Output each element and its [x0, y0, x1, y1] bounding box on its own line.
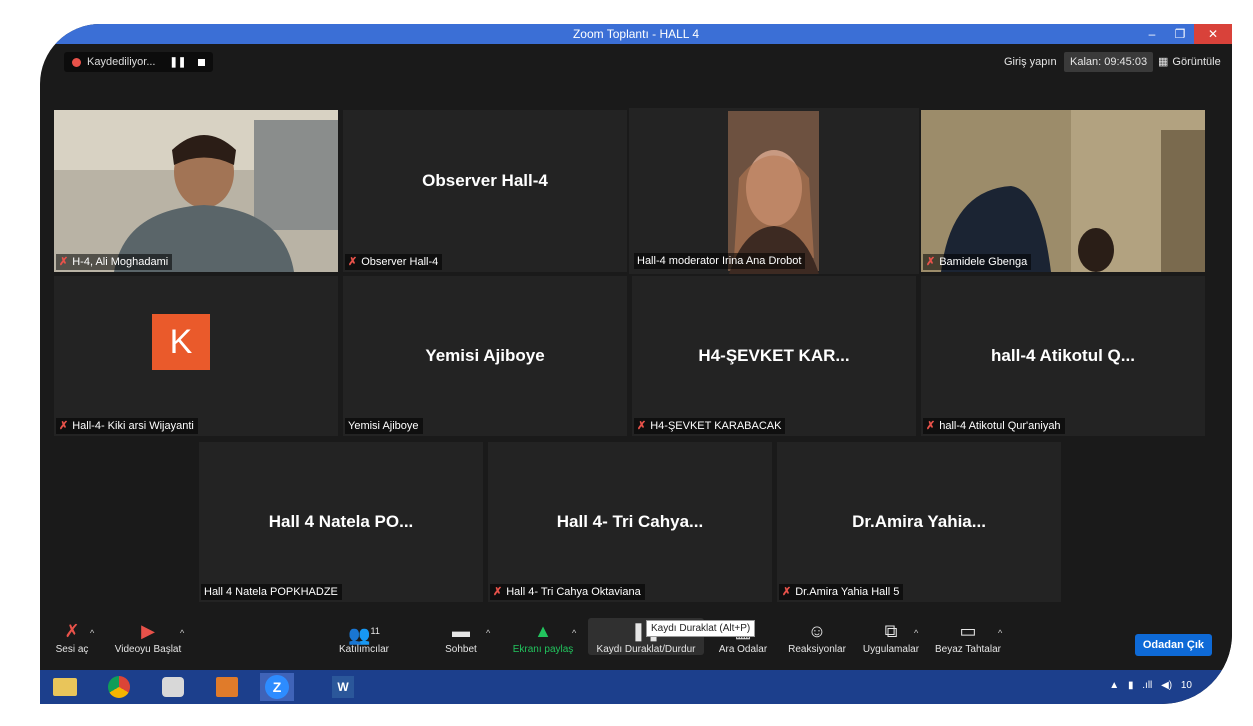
close-button[interactable]: ✕ [1194, 24, 1232, 44]
participant-name-label: ✗ H4-ŞEVKET KARABACAK [634, 418, 786, 434]
stop-recording-icon[interactable] [198, 58, 206, 66]
muted-mic-icon: ✗ [926, 420, 936, 432]
reaction-emoji-icon: ☺ [807, 621, 827, 641]
share-options-chevron-icon[interactable]: ^ [572, 628, 576, 638]
word-app-icon[interactable]: W [326, 673, 360, 701]
window-controls: – ❐ ✕ [1138, 24, 1232, 44]
volume-icon[interactable]: ◀) [1161, 680, 1172, 691]
video-tile[interactable]: K ✗ Hall-4- Kiki arsi Wijayanti [54, 276, 338, 436]
video-tile[interactable]: Hall 4- Tri Cahya... ✗ Hall 4- Tri Cahya … [488, 442, 772, 602]
chat-button[interactable]: ▬ Sohbet [438, 620, 484, 655]
chat-options-chevron-icon[interactable]: ^ [486, 628, 490, 638]
video-tile-active-speaker[interactable]: Hall-4 moderator Irina Ana Drobot [629, 108, 919, 274]
video-tile[interactable]: ✗ Bamidele Gbenga [921, 110, 1205, 272]
participant-name-label: ✗ hall-4 Atikotul Qur'aniyah [923, 418, 1065, 434]
participant-name-label: ✗ Hall-4- Kiki arsi Wijayanti [56, 418, 198, 434]
signal-icon[interactable]: .ıll [1142, 680, 1152, 691]
title-bar: Zoom Toplantı - HALL 4 – ❐ ✕ [40, 24, 1232, 44]
view-label: Görüntüle [1172, 56, 1221, 68]
participant-name-label: ✗ Hall 4- Tri Cahya Oktaviana [490, 584, 645, 600]
participant-video-image [629, 108, 919, 274]
video-tile[interactable]: Observer Hall-4 ✗ Observer Hall-4 [343, 110, 627, 272]
grid-view-icon: ▦ [1158, 56, 1169, 68]
whiteboard-icon: ▭ [959, 621, 977, 641]
share-screen-button[interactable]: ▲ Ekranı paylaş [510, 620, 576, 655]
video-tile[interactable]: Dr.Amira Yahia... ✗ Dr.Amira Yahia Hall 5 [777, 442, 1061, 602]
muted-mic-icon: ✗ [348, 256, 358, 268]
screenshot-frame: Zoom Toplantı - HALL 4 – ❐ ✕ Kaydediliyo… [0, 0, 1253, 726]
start-video-button[interactable]: ▶ Videoyu Başlat [110, 620, 186, 655]
video-tile[interactable]: hall-4 Atikotul Q... ✗ hall-4 Atikotul Qu… [921, 276, 1205, 436]
participant-name-label: Yemisi Ajiboye [345, 418, 423, 434]
muted-mic-icon: ✗ [59, 256, 69, 268]
audio-options-chevron-icon[interactable]: ^ [90, 628, 94, 638]
muted-mic-icon: ✗ [926, 256, 936, 268]
participant-display-name: Observer Hall-4 [422, 171, 548, 191]
time-remaining-badge: Kalan: 09:45:03 [1064, 52, 1154, 72]
participant-name-label: ✗ H-4, Ali Moghadami [56, 254, 173, 270]
muted-mic-icon: ✗ [59, 420, 69, 432]
recording-label: Kaydediliyor... [87, 56, 156, 68]
whiteboard-options-chevron-icon[interactable]: ^ [998, 628, 1002, 638]
participant-avatar: K [152, 314, 210, 370]
minimize-button[interactable]: – [1138, 24, 1166, 44]
video-off-icon: ▶ [141, 621, 155, 641]
participants-icon: 👥11 [348, 625, 380, 645]
window-title: Zoom Toplantı - HALL 4 [572, 27, 700, 41]
participant-display-name: Hall 4- Tri Cahya... [556, 512, 704, 531]
meeting-top-bar: Kaydediliyor... ❚❚ Giriş yapın Kalan: 09… [40, 44, 1232, 80]
windows-taskbar: Z W ▲ ▮ .ıll ◀) 10 [40, 670, 1232, 704]
clock-text[interactable]: 10 [1181, 680, 1192, 691]
file-explorer-icon[interactable] [48, 673, 82, 701]
paint-app-icon[interactable] [156, 673, 190, 701]
participant-display-name: Yemisi Ajiboye [425, 346, 545, 365]
zoom-app-icon[interactable]: Z [260, 673, 294, 701]
whiteboards-button[interactable]: ▭ Beyaz Tahtalar [932, 620, 1004, 655]
apps-options-chevron-icon[interactable]: ^ [914, 628, 918, 638]
system-tray: ▲ ▮ .ıll ◀) 10 [1109, 680, 1192, 691]
video-tile[interactable]: Yemisi Ajiboye Yemisi Ajiboye [343, 276, 627, 436]
video-tile[interactable]: ✗ H-4, Ali Moghadami [54, 110, 338, 272]
meeting-toolbar: ✗ Sesi aç ^ ▶ Videoyu Başlat ^ 👥11 Katıl… [40, 610, 1232, 670]
unmute-button[interactable]: ✗ Sesi aç [54, 620, 90, 655]
chrome-icon[interactable] [102, 673, 136, 701]
muted-mic-icon: ✗ [782, 586, 792, 598]
record-tooltip: Kaydı Duraklat (Alt+P) [646, 620, 756, 637]
tray-chevron-icon[interactable]: ▲ [1109, 680, 1119, 691]
participant-name-label: ✗ Bamidele Gbenga [923, 254, 1032, 270]
chat-icon: ▬ [452, 621, 470, 641]
login-button[interactable]: Giriş yapın [998, 52, 1063, 72]
participant-video-image [921, 110, 1205, 272]
video-options-chevron-icon[interactable]: ^ [180, 628, 184, 638]
participant-display-name: H4-ŞEVKET KAR... [698, 346, 850, 365]
participant-count: 11 [370, 626, 380, 636]
reactions-button[interactable]: ☺ Reaksiyonlar [784, 620, 850, 655]
participant-name-label: ✗ Observer Hall-4 [345, 254, 443, 270]
record-dot-icon [72, 57, 81, 67]
muted-mic-icon: ✗ [493, 586, 503, 598]
share-screen-icon: ▲ [534, 621, 552, 641]
participant-name-label: ✗ Dr.Amira Yahia Hall 5 [779, 584, 904, 600]
network-icon[interactable]: ▮ [1128, 680, 1134, 691]
view-button[interactable]: ▦ Görüntüle [1152, 52, 1227, 72]
recording-indicator[interactable]: Kaydediliyor... ❚❚ [64, 52, 214, 72]
participant-name-label: Hall 4 Natela POPKHADZE [201, 584, 342, 600]
participant-display-name: hall-4 Atikotul Q... [991, 346, 1135, 365]
zoom-window: Zoom Toplantı - HALL 4 – ❐ ✕ Kaydediliyo… [40, 24, 1232, 704]
participants-button[interactable]: 👥11 Katılımcılar [332, 620, 396, 655]
participant-display-name: Hall 4 Natela PO... [268, 512, 414, 531]
video-tile[interactable]: Hall 4 Natela PO... Hall 4 Natela POPKHA… [199, 442, 483, 602]
video-tile[interactable]: H4-ŞEVKET KAR... ✗ H4-ŞEVKET KARABACAK [632, 276, 916, 436]
muted-mic-icon: ✗ [637, 420, 647, 432]
participant-name-label: Hall-4 moderator Irina Ana Drobot [634, 253, 806, 269]
muted-mic-icon: ✗ [64, 621, 80, 641]
participant-display-name: Dr.Amira Yahia... [852, 512, 986, 531]
leave-meeting-button[interactable]: Odadan Çık [1134, 634, 1212, 656]
image-viewer-icon[interactable] [210, 673, 244, 701]
restore-button[interactable]: ❐ [1166, 24, 1194, 44]
pause-recording-icon[interactable]: ❚❚ [169, 57, 186, 68]
participant-video-image [54, 110, 338, 272]
